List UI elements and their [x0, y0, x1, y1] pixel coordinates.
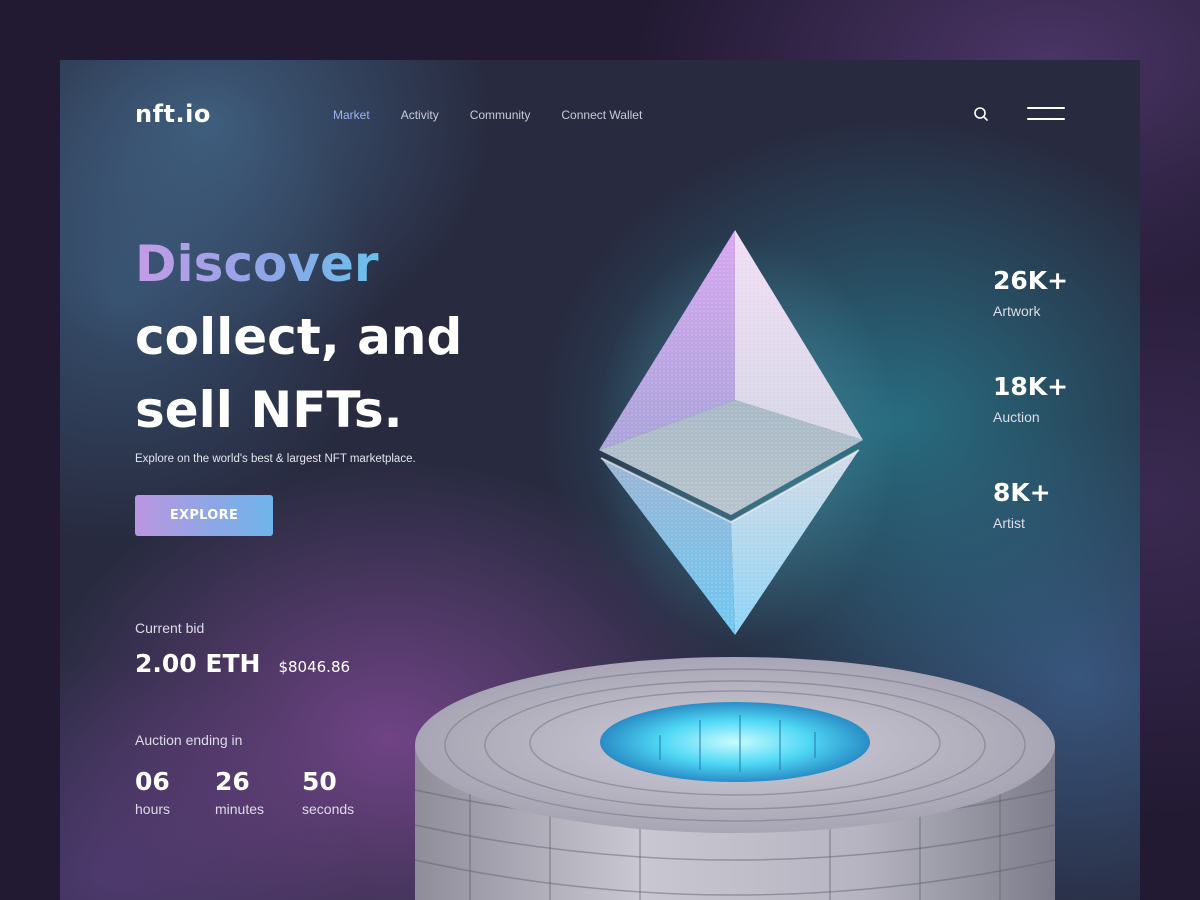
hero-frame: nft.io Market Activity Community Connect… — [60, 60, 1140, 900]
auction-countdown: 06 hours 26 minutes 50 seconds — [135, 767, 354, 817]
logo[interactable]: nft.io — [135, 100, 211, 128]
countdown-value: 06 — [135, 767, 170, 796]
hero-subtitle: Explore on the world's best & largest NF… — [135, 453, 416, 465]
stat-label: Auction — [993, 409, 1040, 425]
countdown-hours: 06 hours — [135, 767, 215, 817]
stat-artist: 8K+ Artist — [993, 477, 1068, 583]
stat-value: 18K+ — [993, 372, 1069, 401]
bid-usd-value: $8046.86 — [278, 658, 351, 676]
menu-icon[interactable] — [1027, 107, 1065, 121]
hero-title-line2: collect, and — [135, 308, 463, 366]
nav-item-community[interactable]: Community — [470, 108, 531, 122]
countdown-unit: seconds — [302, 801, 355, 817]
auction-ending-label: Auction ending in — [135, 732, 243, 748]
hero-title: Discover collect, and sell NFTs. — [135, 228, 462, 447]
ethereum-logo-icon — [599, 230, 863, 635]
explore-button[interactable]: EXPLORE — [135, 495, 273, 536]
main-nav: Market Activity Community Connect Wallet — [333, 108, 642, 122]
bid-eth-value: 2.00 ETH — [135, 649, 261, 678]
stat-artwork: 26K+ Artwork — [993, 265, 1068, 371]
countdown-unit: minutes — [215, 801, 265, 817]
search-icon[interactable] — [973, 106, 989, 122]
pedestal-image — [414, 657, 1056, 900]
nav-item-activity[interactable]: Activity — [401, 108, 439, 122]
nav-item-market[interactable]: Market — [333, 108, 370, 122]
countdown-value: 26 — [215, 767, 250, 796]
stat-auction: 18K+ Auction — [993, 371, 1068, 477]
countdown-value: 50 — [302, 767, 337, 796]
stat-label: Artwork — [993, 303, 1041, 319]
countdown-minutes: 26 minutes — [215, 767, 302, 817]
stats-panel: 26K+ Artwork 18K+ Auction 8K+ Artist — [993, 265, 1068, 583]
stat-label: Artist — [993, 515, 1025, 531]
countdown-unit: hours — [135, 801, 171, 817]
nav-item-connect-wallet[interactable]: Connect Wallet — [561, 108, 642, 122]
stat-value: 26K+ — [993, 266, 1069, 295]
countdown-seconds: 50 seconds — [302, 767, 354, 817]
current-bid: 2.00 ETH $8046.86 — [135, 649, 350, 678]
stat-value: 8K+ — [993, 478, 1051, 507]
current-bid-label: Current bid — [135, 620, 205, 636]
hero-title-line3: sell NFTs. — [135, 381, 403, 439]
hero-title-highlight: Discover — [135, 235, 379, 293]
